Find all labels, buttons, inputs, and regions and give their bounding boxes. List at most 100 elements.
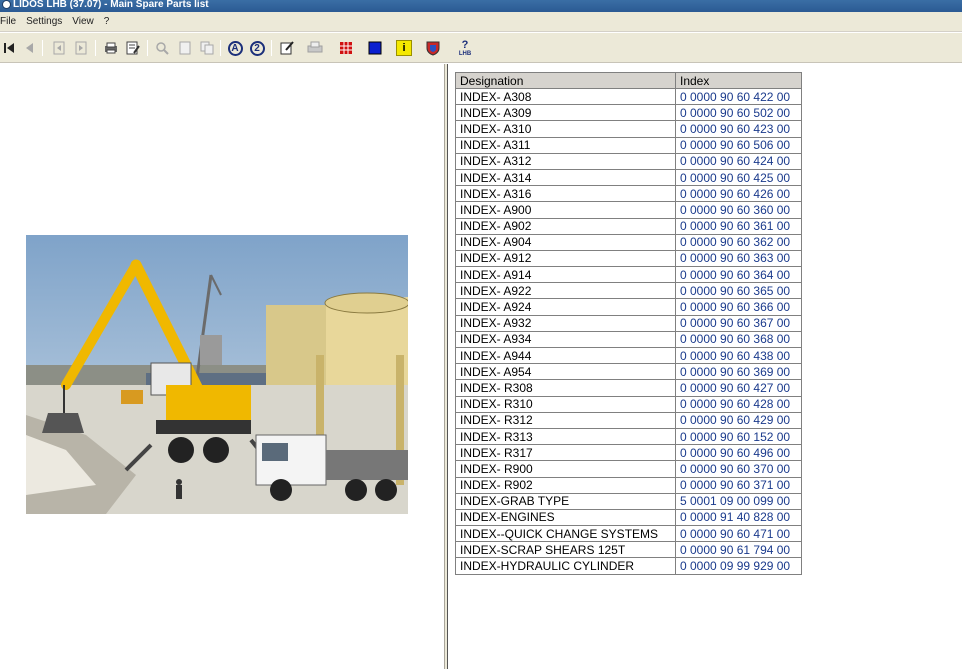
- designation-cell[interactable]: INDEX- A902: [455, 217, 676, 235]
- table-row[interactable]: INDEX- A308 0 0000 90 60 422 00: [455, 87, 802, 106]
- designation-cell[interactable]: INDEX- A314: [455, 168, 676, 187]
- designation-cell[interactable]: INDEX- A316: [455, 185, 676, 203]
- index-cell[interactable]: 0 0000 90 60 506 00: [675, 136, 802, 154]
- index-cell[interactable]: 0 0000 90 60 438 00: [675, 346, 802, 365]
- index-cell[interactable]: 0 0000 90 60 502 00: [675, 104, 802, 122]
- index-cell[interactable]: 0 0000 90 60 365 00: [675, 282, 802, 300]
- menu-view[interactable]: View: [68, 16, 100, 27]
- zoom-icon[interactable]: [153, 39, 171, 57]
- jump-forward-icon[interactable]: [72, 39, 90, 57]
- designation-cell[interactable]: INDEX- A932: [455, 314, 676, 332]
- table-row[interactable]: INDEX- A922 0 0000 90 60 365 00: [455, 282, 802, 300]
- designation-cell[interactable]: INDEX- R313: [455, 427, 676, 446]
- table-row[interactable]: INDEX- A954 0 0000 90 60 369 00: [455, 363, 802, 381]
- index-cell[interactable]: 0 0000 90 60 362 00: [675, 233, 802, 251]
- designation-cell[interactable]: INDEX- R308: [455, 379, 676, 397]
- index-cell[interactable]: 0 0000 90 60 366 00: [675, 298, 802, 316]
- table-row[interactable]: INDEX-ENGINES 0 0000 91 40 828 00: [455, 508, 802, 527]
- menu-settings[interactable]: Settings: [22, 16, 68, 27]
- page-view-icon[interactable]: [176, 39, 194, 57]
- designation-cell[interactable]: INDEX- A914: [455, 266, 676, 284]
- index-cell[interactable]: 0 0000 09 99 929 00: [675, 557, 802, 575]
- designation-cell[interactable]: INDEX- R312: [455, 411, 676, 429]
- table-row[interactable]: INDEX- A311 0 0000 90 60 506 00: [455, 136, 802, 154]
- table-row[interactable]: INDEX- A314 0 0000 90 60 425 00: [455, 168, 802, 187]
- table-row[interactable]: INDEX- A310 0 0000 90 60 423 00: [455, 120, 802, 138]
- edit-list-icon[interactable]: [124, 39, 142, 57]
- printer-icon[interactable]: [306, 39, 324, 57]
- index-cell[interactable]: 0 0000 90 60 152 00: [675, 427, 802, 446]
- table-row[interactable]: INDEX- R900 0 0000 90 60 370 00: [455, 460, 802, 478]
- table-row[interactable]: INDEX- R902 0 0000 90 60 371 00: [455, 476, 802, 494]
- index-cell[interactable]: 0 0000 90 60 369 00: [675, 363, 802, 381]
- designation-cell[interactable]: INDEX- A944: [455, 346, 676, 365]
- index-cell[interactable]: 0 0000 90 60 370 00: [675, 460, 802, 478]
- designation-cell[interactable]: INDEX- A934: [455, 330, 676, 349]
- column-header-designation[interactable]: Designation: [455, 72, 676, 89]
- index-cell[interactable]: 0 0000 90 60 424 00: [675, 152, 802, 170]
- index-cell[interactable]: 0 0000 90 60 422 00: [675, 87, 802, 106]
- table-row[interactable]: INDEX- A900 0 0000 90 60 360 00: [455, 201, 802, 219]
- first-page-icon[interactable]: [0, 39, 18, 57]
- index-cell[interactable]: 0 0000 90 60 364 00: [675, 266, 802, 284]
- index-cell[interactable]: 0 0000 90 60 367 00: [675, 314, 802, 332]
- designation-cell[interactable]: INDEX- A309: [455, 104, 676, 122]
- designation-cell[interactable]: INDEX--QUICK CHANGE SYSTEMS: [455, 525, 676, 543]
- index-cell[interactable]: 0 0000 90 60 360 00: [675, 201, 802, 219]
- designation-cell[interactable]: INDEX-SCRAP SHEARS 125T: [455, 541, 676, 559]
- index-cell[interactable]: 0 0000 91 40 828 00: [675, 508, 802, 527]
- menu-help[interactable]: ?: [100, 16, 116, 27]
- designation-cell[interactable]: INDEX- A922: [455, 282, 676, 300]
- table-row[interactable]: INDEX- A309 0 0000 90 60 502 00: [455, 104, 802, 122]
- note-icon[interactable]: [278, 39, 296, 57]
- table-row[interactable]: INDEX- A912 0 0000 90 60 363 00: [455, 249, 802, 268]
- menu-file[interactable]: File: [0, 16, 22, 27]
- index-cell[interactable]: 0 0000 90 60 496 00: [675, 444, 802, 462]
- designation-cell[interactable]: INDEX- A900: [455, 201, 676, 219]
- index-cell[interactable]: 5 0001 09 00 099 00: [675, 492, 802, 510]
- print-list-icon[interactable]: [102, 39, 120, 57]
- designation-cell[interactable]: INDEX- A308: [455, 87, 676, 106]
- previous-page-icon[interactable]: [20, 39, 38, 57]
- mark-a-icon[interactable]: A: [226, 39, 244, 57]
- designation-cell[interactable]: INDEX- R902: [455, 476, 676, 494]
- table-row[interactable]: INDEX-SCRAP SHEARS 125T 0 0000 90 61 794 …: [455, 541, 802, 559]
- designation-cell[interactable]: INDEX- A312: [455, 152, 676, 170]
- grid-icon[interactable]: [337, 39, 355, 57]
- index-cell[interactable]: 0 0000 90 60 429 00: [675, 411, 802, 429]
- designation-cell[interactable]: INDEX- R317: [455, 444, 676, 462]
- table-row[interactable]: INDEX- R317 0 0000 90 60 496 00: [455, 444, 802, 462]
- index-cell[interactable]: 0 0000 90 60 428 00: [675, 395, 802, 413]
- info-icon[interactable]: i: [395, 39, 413, 57]
- blue-square-icon[interactable]: [366, 39, 384, 57]
- designation-cell[interactable]: INDEX- A311: [455, 136, 676, 154]
- index-cell[interactable]: 0 0000 90 60 361 00: [675, 217, 802, 235]
- designation-cell[interactable]: INDEX-GRAB TYPE: [455, 492, 676, 510]
- table-row[interactable]: INDEX- A902 0 0000 90 60 361 00: [455, 217, 802, 235]
- index-cell[interactable]: 0 0000 90 60 371 00: [675, 476, 802, 494]
- lidos-help-icon[interactable]: ? LHB: [454, 39, 476, 57]
- designation-cell[interactable]: INDEX-HYDRAULIC CYLINDER: [455, 557, 676, 575]
- designation-cell[interactable]: INDEX- A954: [455, 363, 676, 381]
- index-cell[interactable]: 0 0000 90 60 427 00: [675, 379, 802, 397]
- table-row[interactable]: INDEX- R308 0 0000 90 60 427 00: [455, 379, 802, 397]
- table-row[interactable]: INDEX- R310 0 0000 90 60 428 00: [455, 395, 802, 413]
- designation-cell[interactable]: INDEX- R310: [455, 395, 676, 413]
- designation-cell[interactable]: INDEX- A924: [455, 298, 676, 316]
- designation-cell[interactable]: INDEX- A310: [455, 120, 676, 138]
- mark-2-icon[interactable]: 2: [248, 39, 266, 57]
- table-row[interactable]: INDEX--QUICK CHANGE SYSTEMS 0 0000 90 60 …: [455, 525, 802, 543]
- jump-back-icon[interactable]: [50, 39, 68, 57]
- table-row[interactable]: INDEX-HYDRAULIC CYLINDER 0 0000 09 99 929…: [455, 557, 802, 575]
- table-row[interactable]: INDEX- A914 0 0000 90 60 364 00: [455, 266, 802, 284]
- table-row[interactable]: INDEX- R312 0 0000 90 60 429 00: [455, 411, 802, 429]
- index-cell[interactable]: 0 0000 90 61 794 00: [675, 541, 802, 559]
- index-cell[interactable]: 0 0000 90 60 471 00: [675, 525, 802, 543]
- index-cell[interactable]: 0 0000 90 60 368 00: [675, 330, 802, 349]
- table-row[interactable]: INDEX- R313 0 0000 90 60 152 00: [455, 427, 802, 446]
- copy-view-icon[interactable]: [198, 39, 216, 57]
- table-row[interactable]: INDEX- A934 0 0000 90 60 368 00: [455, 330, 802, 349]
- table-row[interactable]: INDEX- A316 0 0000 90 60 426 00: [455, 185, 802, 203]
- table-row[interactable]: INDEX- A944 0 0000 90 60 438 00: [455, 346, 802, 365]
- designation-cell[interactable]: INDEX-ENGINES: [455, 508, 676, 527]
